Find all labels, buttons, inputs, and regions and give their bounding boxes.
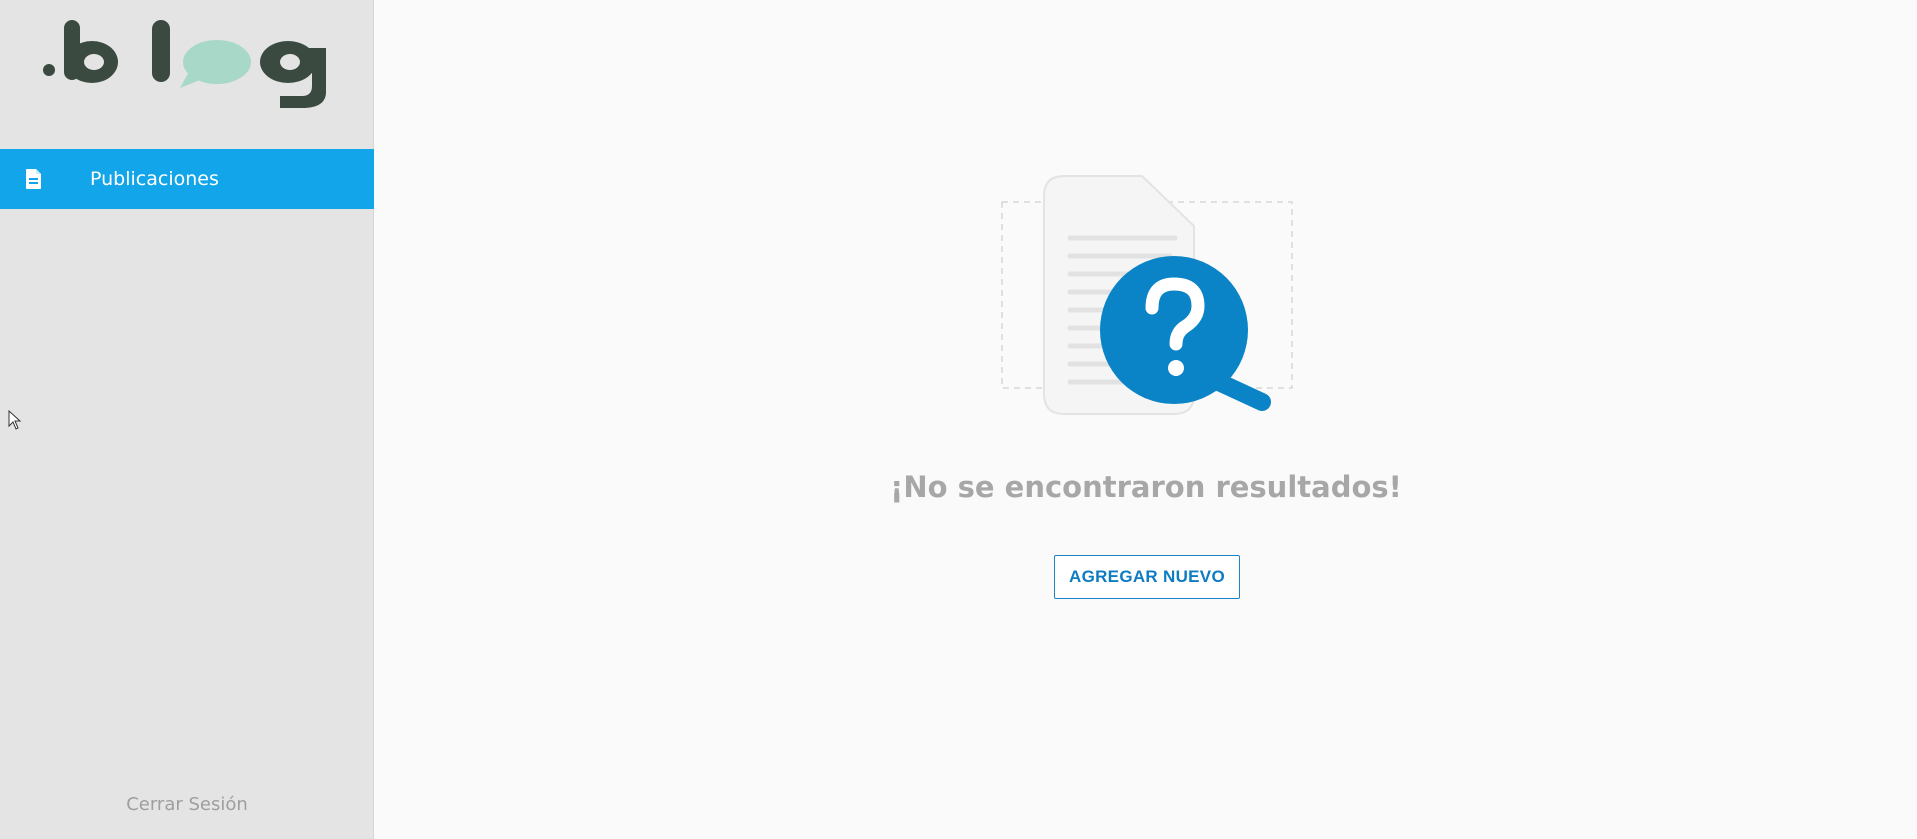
empty-state-illustration	[1000, 168, 1300, 418]
question-search-icon	[1001, 175, 1293, 415]
empty-state-title: ¡No se encontraron resultados!	[890, 470, 1402, 504]
blog-logo[interactable]	[40, 10, 340, 110]
sidebar-item-label: Publicaciones	[90, 168, 219, 190]
add-new-button[interactable]: AGREGAR NUEVO	[1054, 555, 1240, 599]
mouse-cursor-icon	[8, 410, 22, 430]
sidebar-item-publicaciones[interactable]: Publicaciones	[0, 149, 374, 209]
main-content: ¡No se encontraron resultados! AGREGAR N…	[375, 0, 1917, 839]
app: Publicaciones Cerrar Sesión ¡No se encon…	[0, 0, 1917, 839]
blog-logo-icon	[43, 20, 326, 108]
document-icon	[26, 169, 41, 189]
sidebar: Publicaciones Cerrar Sesión	[0, 0, 374, 839]
logout-link[interactable]: Cerrar Sesión	[0, 794, 374, 815]
